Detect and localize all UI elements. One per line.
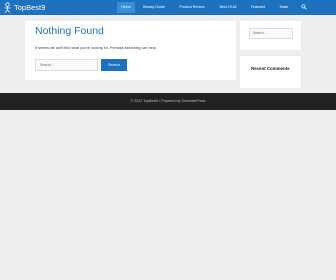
nav-item-home[interactable]: Home	[117, 2, 135, 13]
nav-item-featured[interactable]: Featured	[247, 2, 269, 13]
main-content: Nothing Found It seems we can't find wha…	[25, 21, 236, 80]
sidebar-search-input[interactable]: Search ...	[249, 28, 293, 39]
nav-item-best-of-all[interactable]: Best Of All	[216, 2, 240, 13]
sidebar-search-widget: Search ...	[240, 21, 301, 50]
page-title: Nothing Found	[35, 25, 104, 37]
nav-item-product-review[interactable]: Product Review	[176, 2, 208, 13]
recent-comments-widget: Recent Comments	[240, 56, 301, 88]
site-footer: © 2022 TopBest9 • Powered by GeneratePre…	[0, 93, 336, 110]
not-found-message: It seems we can't find what you're looki…	[35, 46, 157, 50]
footer-copyright: © 2022 TopBest9 • Powered by GeneratePre…	[130, 99, 206, 103]
nav-item-make[interactable]: Make	[277, 2, 291, 13]
site-title[interactable]: TopBest9	[14, 2, 45, 13]
search-input[interactable]: Search ...	[35, 59, 98, 71]
site-logo-icon[interactable]	[3, 2, 12, 13]
nav-item-beauty-guide[interactable]: Beauty Guide	[140, 2, 168, 13]
recent-comments-title: Recent Comments	[251, 66, 290, 71]
search-button[interactable]: Search	[101, 59, 127, 71]
site-header: TopBest9 Home Beauty Guide Product Revie…	[0, 0, 336, 15]
search-icon[interactable]	[301, 4, 307, 10]
